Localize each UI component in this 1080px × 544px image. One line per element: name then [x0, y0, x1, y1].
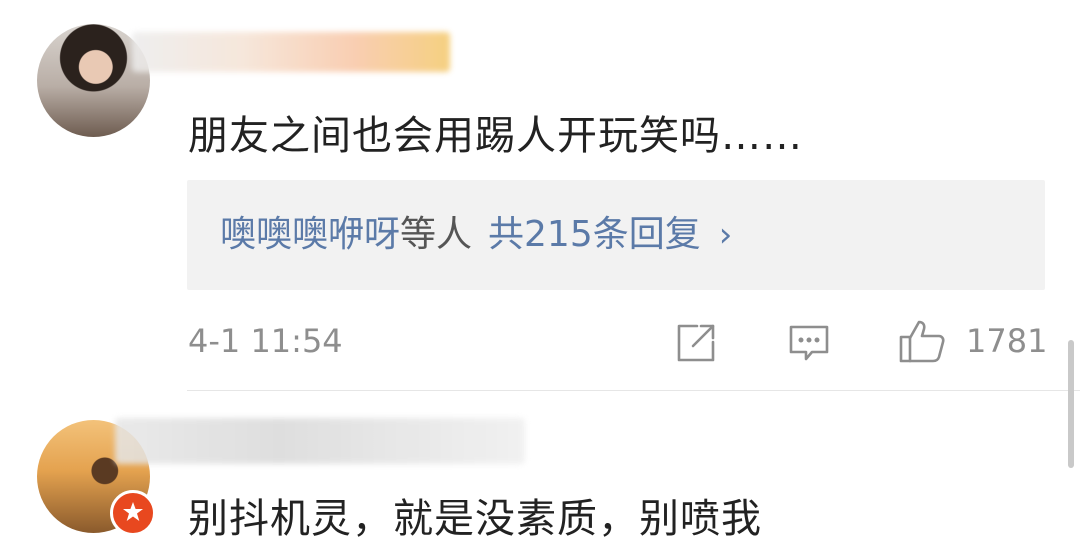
comment-text: 朋友之间也会用踢人开玩笑吗…… — [188, 113, 803, 159]
comment-text: 别抖机灵，就是没素质，别喷我 — [188, 496, 762, 542]
reply-count[interactable]: 共215条回复 — [488, 214, 701, 255]
username-redacted[interactable] — [115, 418, 525, 464]
reply-names[interactable]: 噢噢噢咿呀 — [220, 214, 400, 255]
reply-summary[interactable]: 噢噢噢咿呀等人 共215条回复 › — [187, 180, 1045, 290]
reply-etc: 等人 — [400, 214, 473, 255]
comment-timestamp: 4-1 11:54 — [188, 322, 343, 360]
divider — [187, 390, 1080, 391]
share-icon[interactable] — [675, 322, 717, 368]
chevron-right-icon: › — [718, 215, 733, 255]
scrollbar[interactable] — [1068, 340, 1074, 468]
username-redacted[interactable] — [132, 32, 450, 72]
like-count: 1781 — [966, 322, 1048, 360]
thumbs-up-icon[interactable] — [898, 318, 946, 368]
comment-icon[interactable] — [788, 322, 830, 368]
verified-badge-icon — [110, 490, 156, 536]
comment-item: 朋友之间也会用踢人开玩笑吗…… 噢噢噢咿呀等人 共215条回复 › 4-1 11:5… — [0, 0, 1080, 392]
